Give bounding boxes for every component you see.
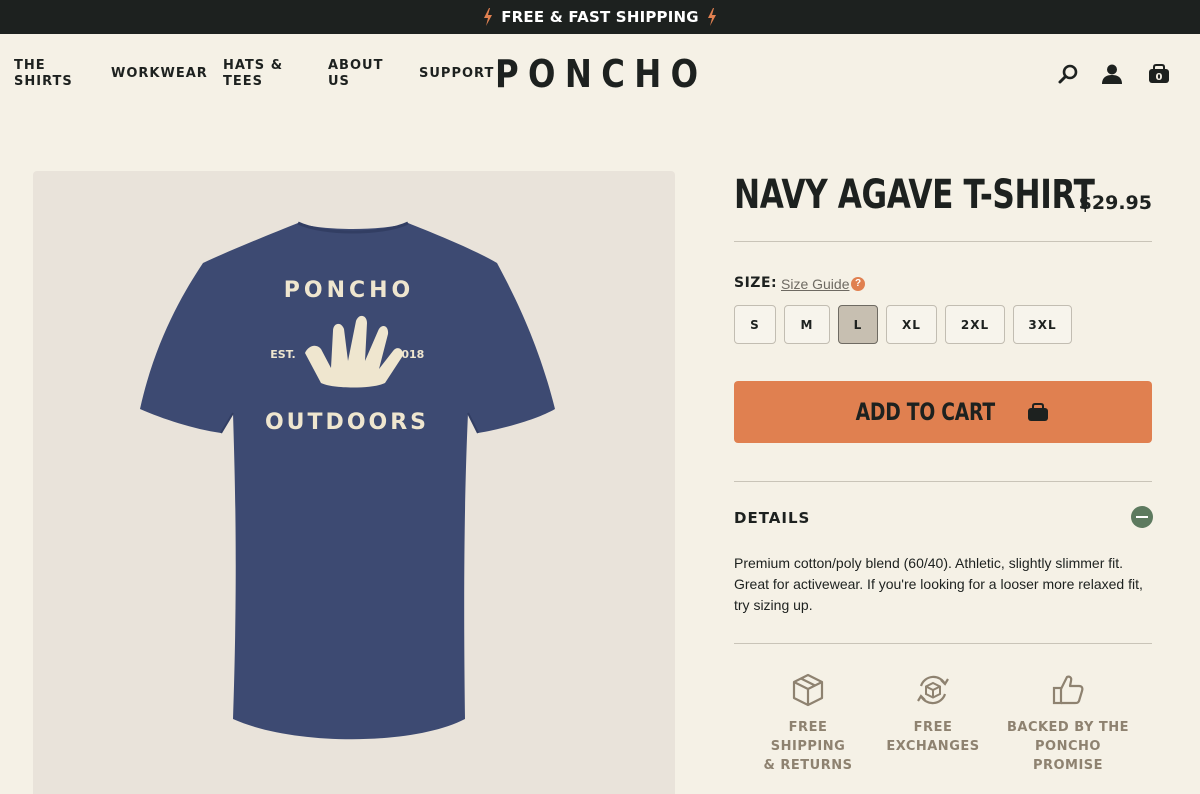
nav-item-hats-tees[interactable]: HATS & TEES (223, 58, 283, 90)
perk-free-shipping: FREE SHIPPING & RETURNS (750, 672, 866, 775)
announcement-text: FREE & FAST SHIPPING (501, 8, 699, 26)
perk-poncho-promise: BACKED BY THE PONCHO PROMISE (1000, 672, 1136, 775)
account-icon[interactable] (1100, 62, 1124, 86)
search-icon[interactable] (1057, 62, 1081, 86)
divider (734, 241, 1152, 242)
size-label: SIZE: (734, 275, 778, 291)
add-to-cart-button[interactable]: ADD TO CART (734, 381, 1152, 443)
size-option-m[interactable]: M (784, 305, 830, 344)
help-icon[interactable]: ? (851, 277, 865, 291)
exchange-icon (917, 675, 949, 705)
size-option-xl[interactable]: XL (886, 305, 937, 344)
product-price: $29.95 (1078, 192, 1152, 214)
shirt-print-top: PONCHO (284, 278, 415, 303)
perk-label: FREE EXCHANGES (886, 720, 980, 754)
size-guide-link[interactable]: Size Guide (781, 276, 849, 292)
nav-item-about-us[interactable]: ABOUT US (328, 58, 383, 90)
nav-item-the-shirts[interactable]: THE SHIRTS (14, 58, 73, 90)
cart-button[interactable]: 0 (1147, 62, 1171, 86)
size-option-2xl[interactable]: 2XL (945, 305, 1005, 344)
add-to-cart-label: ADD TO CART (855, 398, 995, 426)
product-title: NAVY AGAVE T-SHIRT (734, 172, 1095, 218)
divider (734, 643, 1152, 644)
lightning-icon (484, 8, 493, 26)
product-image[interactable]: PONCHO EST. 2018 OUTDOORS (33, 171, 675, 794)
size-option-3xl[interactable]: 3XL (1013, 305, 1072, 344)
lightning-icon (707, 8, 716, 26)
tshirt-illustration: PONCHO EST. 2018 OUTDOORS (140, 221, 555, 740)
main-nav: THE SHIRTS WORKWEAR HATS & TEES ABOUT US… (0, 34, 1200, 112)
shirt-print-bottom: OUTDOORS (265, 410, 429, 435)
perk-label: BACKED BY THE PONCHO PROMISE (1006, 720, 1130, 773)
cart-count: 0 (1156, 72, 1163, 83)
announcement-bar: FREE & FAST SHIPPING (0, 0, 1200, 34)
logo[interactable]: PONCHO (495, 52, 707, 96)
shirt-print-right: 2018 (394, 348, 425, 361)
perk-free-exchanges: FREE EXCHANGES (884, 672, 982, 756)
box-icon (792, 673, 824, 707)
size-selector: S M L XL 2XL 3XL (734, 305, 1072, 344)
divider (734, 481, 1152, 482)
details-heading[interactable]: DETAILS (734, 509, 810, 527)
shirt-print-left: EST. (270, 348, 295, 361)
nav-item-support[interactable]: SUPPORT (419, 66, 494, 82)
nav-item-workwear[interactable]: WORKWEAR (111, 66, 208, 82)
thumbs-up-icon (1052, 675, 1084, 705)
cart-icon (1028, 403, 1049, 421)
perk-label: FREE SHIPPING & RETURNS (763, 720, 853, 773)
size-option-l[interactable]: L (838, 305, 878, 344)
details-text: Premium cotton/poly blend (60/40). Athle… (734, 555, 1143, 613)
cart-icon: 0 (1149, 64, 1169, 83)
size-option-s[interactable]: S (734, 305, 776, 344)
collapse-icon[interactable] (1131, 506, 1153, 528)
